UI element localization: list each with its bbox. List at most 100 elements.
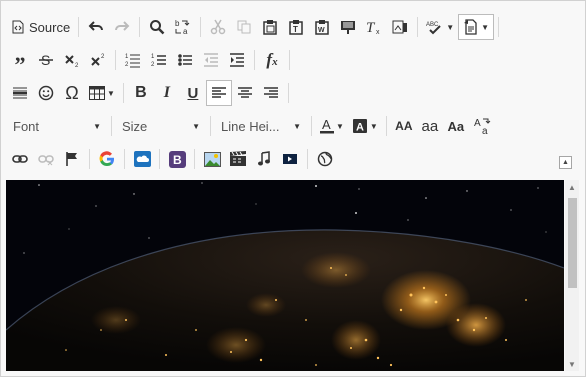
bold-icon: B (135, 84, 147, 101)
emoji-icon (38, 85, 54, 101)
indent-button[interactable] (224, 47, 250, 73)
scroll-down-arrow-icon[interactable]: ▼ (565, 357, 579, 371)
horizontal-line-button[interactable] (7, 80, 33, 106)
spellcheck-icon: ABC (426, 19, 444, 35)
capitalize-button[interactable]: Aa (443, 113, 469, 139)
change-case-icon: Aa (473, 117, 491, 135)
svg-text:A: A (474, 118, 481, 129)
undo-button[interactable] (83, 14, 109, 40)
uppercase-button[interactable]: AA (391, 113, 417, 139)
chevron-down-icon: ▼ (336, 121, 344, 131)
change-case-button[interactable]: Aa (469, 113, 495, 139)
scroll-up-arrow-icon[interactable]: ▲ (565, 180, 579, 194)
video-button[interactable] (225, 146, 251, 172)
unlink-button[interactable] (33, 146, 59, 172)
ordered-list-icon: 12 (151, 52, 167, 68)
numbered-list-button[interactable]: 12 (120, 47, 146, 73)
google-button[interactable] (94, 146, 120, 172)
unlink-icon (38, 152, 54, 166)
underline-icon: U (187, 84, 199, 102)
strikethrough-button[interactable]: S (33, 47, 59, 73)
outdent-button[interactable] (198, 47, 224, 73)
svg-text:T: T (366, 20, 376, 35)
paste-word-button[interactable]: W (309, 14, 335, 40)
google-icon (99, 151, 115, 167)
onedrive-button[interactable] (129, 146, 155, 172)
separator (498, 17, 500, 37)
image-edit-button[interactable] (387, 14, 413, 40)
globe-button[interactable] (312, 146, 338, 172)
lowercase-button[interactable]: aa (417, 113, 443, 139)
special-char-button[interactable]: Ω (59, 80, 85, 106)
separator (89, 149, 90, 169)
spellcheck-button[interactable]: ABC ▼ (422, 14, 458, 40)
align-center-button[interactable] (232, 80, 258, 106)
svg-text:b: b (175, 19, 180, 28)
separator (307, 149, 308, 169)
separator (287, 83, 289, 103)
image-icon (203, 151, 221, 167)
audio-button[interactable] (251, 146, 277, 172)
templates-icon (463, 19, 479, 35)
bootstrap-button[interactable]: B (164, 146, 190, 172)
paste-button[interactable] (257, 14, 283, 40)
italic-button[interactable]: I (154, 80, 180, 106)
format-button[interactable] (335, 14, 361, 40)
paste-text-icon: T (288, 19, 304, 35)
bulleted-list-button[interactable] (172, 47, 198, 73)
link-button[interactable] (7, 146, 33, 172)
indent-icon (229, 52, 245, 68)
source-button[interactable]: Source (7, 14, 74, 40)
find-button[interactable] (144, 14, 170, 40)
line-height-select[interactable]: Line Hei... ▼ (215, 113, 307, 139)
chevron-down-icon: ▼ (481, 22, 490, 32)
superscript-button[interactable]: 2 (85, 47, 111, 73)
paste-icon (262, 19, 278, 35)
formula-button[interactable]: fx (259, 47, 285, 73)
separator (124, 149, 125, 169)
text-color-button[interactable]: A ▼ (316, 113, 348, 139)
media-button[interactable] (277, 146, 303, 172)
redo-button[interactable] (109, 14, 135, 40)
background-color-button[interactable]: A ▼ (348, 113, 382, 139)
svg-text:W: W (318, 27, 325, 34)
svg-text:a: a (183, 27, 188, 36)
horizontal-line-icon (12, 85, 28, 101)
replace-button[interactable]: ba (170, 14, 196, 40)
bold-button[interactable]: B (128, 80, 154, 106)
formula-icon: fx (266, 50, 278, 69)
copy-button[interactable] (231, 14, 257, 40)
paste-text-button[interactable]: T (283, 14, 309, 40)
size-select-label: Size (122, 118, 148, 134)
size-select[interactable]: Size ▼ (116, 113, 206, 139)
blockquote-button[interactable]: ” (7, 47, 33, 76)
align-right-button[interactable] (258, 80, 284, 106)
image-button[interactable] (199, 146, 225, 172)
paste-word-icon: W (314, 19, 330, 35)
underline-button[interactable]: U (180, 80, 206, 106)
align-right-icon (263, 87, 278, 99)
editor-content-area[interactable] (6, 180, 564, 371)
align-center-icon (237, 87, 252, 99)
earth-night-image (6, 180, 564, 371)
svg-text:2: 2 (151, 62, 155, 68)
table-button[interactable]: ▼ (85, 80, 119, 106)
omega-icon: Ω (65, 82, 79, 103)
toolbar-row-2: ” S 2 2 12 12 fx (7, 45, 294, 76)
scrollbar-thumb[interactable] (568, 198, 577, 288)
emoji-button[interactable] (33, 80, 59, 106)
anchor-button[interactable] (59, 146, 85, 172)
cut-button[interactable] (205, 14, 231, 40)
align-left-button[interactable] (205, 80, 232, 106)
font-select[interactable]: Font ▼ (7, 113, 107, 139)
remove-format-button[interactable]: Tx (361, 14, 387, 40)
subscript-button[interactable]: 2 (59, 47, 85, 73)
ordered-list-button[interactable]: 12 (146, 47, 172, 73)
capitalize-icon: Aa (447, 118, 465, 134)
collapse-toolbar-button[interactable]: ▲ (559, 156, 572, 169)
templates-button[interactable]: ▼ (458, 14, 495, 40)
separator (289, 50, 290, 70)
background-color-icon: A (352, 118, 368, 134)
vertical-scrollbar[interactable]: ▲ ▼ (565, 180, 579, 371)
svg-text:B: B (173, 153, 182, 167)
